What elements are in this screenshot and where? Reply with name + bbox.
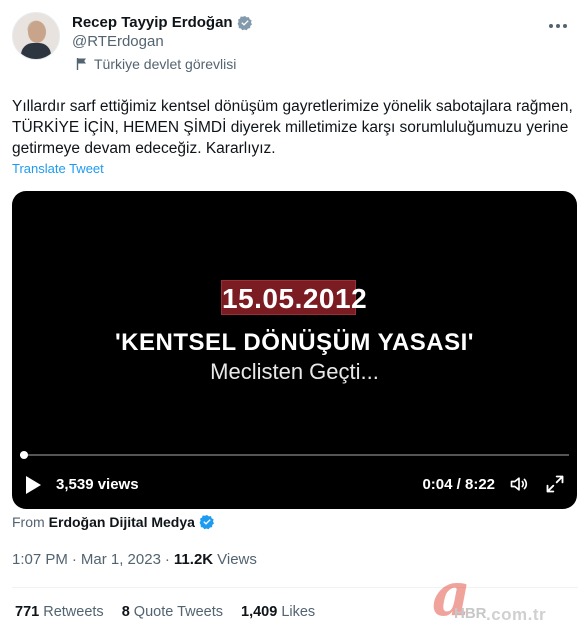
government-label-text: Türkiye devlet görevlisi	[94, 56, 237, 72]
source-name[interactable]: Erdoğan Dijital Medya	[49, 514, 195, 530]
video-player[interactable]: 15.05.2012 'KENTSEL DÖNÜŞÜM YASASI' Mecl…	[12, 191, 577, 509]
retweets-label: Retweets	[43, 604, 104, 620]
name-row: Recep Tayyip Erdoğan	[72, 14, 253, 31]
display-name[interactable]: Recep Tayyip Erdoğan	[72, 14, 233, 31]
user-info: Recep Tayyip Erdoğan @RTErdogan Türkiye …	[72, 14, 253, 72]
video-views: 3,539 views	[56, 476, 139, 493]
video-title: 'KENTSEL DÖNÜŞÜM YASASI'	[114, 329, 475, 356]
video-progress-bar[interactable]	[20, 451, 569, 459]
user-handle[interactable]: @RTErdogan	[72, 33, 253, 50]
source-prefix: From	[12, 514, 45, 530]
volume-icon[interactable]	[509, 474, 529, 494]
tweet-text: Yıllardır sarf ettiğimiz kentsel dönüşüm…	[12, 98, 573, 157]
likes-stat[interactable]: 1,409 Likes	[241, 604, 315, 620]
verified-icon	[199, 514, 215, 530]
watermark-brand: HBR	[454, 605, 487, 622]
flag-icon	[76, 57, 88, 71]
video-progress-knob[interactable]	[20, 451, 29, 459]
video-controls: 3,539 views 0:04 / 8:22	[12, 471, 577, 499]
play-icon[interactable]	[26, 476, 41, 494]
meta-separator: ·	[71, 551, 77, 568]
quote-tweets-stat[interactable]: 8 Quote Tweets	[122, 604, 223, 620]
avatar-suit	[21, 43, 51, 59]
video-subtitle: Meclisten Geçti...	[210, 359, 379, 384]
government-label: Türkiye devlet görevlisi	[76, 56, 253, 72]
source-line: From Erdoğan Dijital Medya	[12, 514, 215, 530]
verified-icon	[237, 15, 253, 31]
fullscreen-icon[interactable]	[545, 474, 565, 494]
quotes-count: 8	[121, 604, 130, 620]
more-icon[interactable]	[544, 16, 572, 36]
meta-separator: ·	[164, 551, 170, 568]
avatar-head	[28, 21, 46, 43]
tweet-views-count: 11.2K	[173, 551, 214, 568]
retweets-count: 771	[15, 604, 40, 620]
quotes-label: Quote Tweets	[133, 604, 223, 620]
tweet-stats: 771 Retweets 8 Quote Tweets 1,409 Likes	[15, 604, 315, 620]
video-date-banner: 15.05.2012	[221, 280, 367, 315]
tweet-date[interactable]: Mar 1, 2023	[81, 551, 161, 568]
watermark-logo: a HBR .com.tr	[430, 565, 580, 631]
tweet-views-label: Views	[217, 551, 257, 568]
tweet-meta: 1:07 PM · Mar 1, 2023 · 11.2K Views	[12, 551, 257, 568]
tweet-header: Recep Tayyip Erdoğan @RTErdogan Türkiye …	[12, 12, 572, 82]
avatar[interactable]	[12, 12, 60, 60]
translate-tweet-link[interactable]: Translate Tweet	[12, 161, 104, 176]
likes-label: Likes	[281, 604, 316, 620]
retweets-stat[interactable]: 771 Retweets	[15, 604, 104, 620]
watermark-domain: .com.tr	[486, 605, 547, 624]
likes-count: 1,409	[241, 604, 278, 620]
tweet-time[interactable]: 1:07 PM	[12, 551, 68, 568]
video-time: 0:04 / 8:22	[422, 476, 495, 493]
